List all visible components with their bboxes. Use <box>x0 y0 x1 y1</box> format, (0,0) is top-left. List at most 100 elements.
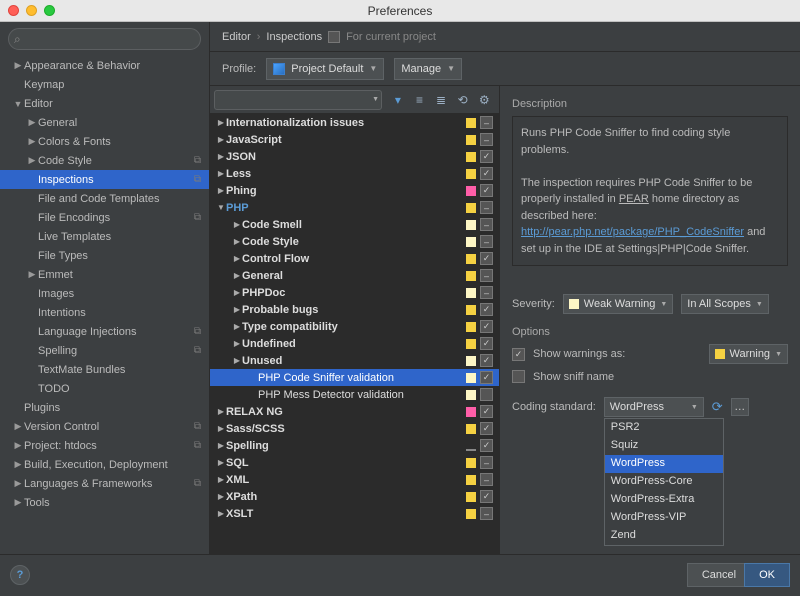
inspection-row[interactable]: ▶Undefined✓ <box>210 335 499 352</box>
inspection-row[interactable]: ▶Type compatibility✓ <box>210 318 499 335</box>
coding-standard-option[interactable]: WordPress-Core <box>605 473 723 491</box>
inspection-row[interactable]: PHP Code Sniffer validation✓ <box>210 369 499 386</box>
sidebar-item-textmate-bundles[interactable]: TextMate Bundles <box>0 360 209 379</box>
inspection-checkbox[interactable]: ✓ <box>480 354 493 367</box>
inspections-search-input[interactable] <box>214 90 382 110</box>
inspection-checkbox[interactable]: ✓ <box>480 303 493 316</box>
inspection-row[interactable]: ▶Code Style– <box>210 233 499 250</box>
inspection-checkbox[interactable]: ✓ <box>480 490 493 503</box>
inspection-row[interactable]: ▶XML– <box>210 471 499 488</box>
sidebar-item-live-templates[interactable]: Live Templates <box>0 227 209 246</box>
inspection-checkbox[interactable]: ✓ <box>480 320 493 333</box>
coding-standard-option[interactable]: WordPress <box>605 455 723 473</box>
inspection-checkbox[interactable]: – <box>480 456 493 469</box>
inspection-row[interactable]: ▶JavaScript– <box>210 131 499 148</box>
inspection-checkbox[interactable]: – <box>480 218 493 231</box>
sidebar-item-keymap[interactable]: Keymap <box>0 75 209 94</box>
sidebar-item-inspections[interactable]: Inspections⧉ <box>0 170 209 189</box>
sidebar-item-images[interactable]: Images <box>0 284 209 303</box>
cancel-button[interactable]: Cancel <box>687 563 744 587</box>
sidebar-item-version-control[interactable]: ▶Version Control⧉ <box>0 417 209 436</box>
inspection-checkbox[interactable]: – <box>480 235 493 248</box>
inspection-checkbox[interactable]: – <box>480 507 493 520</box>
sidebar-item-file-types[interactable]: File Types <box>0 246 209 265</box>
manage-dropdown[interactable]: Manage ▼ <box>394 58 462 80</box>
inspection-checkbox[interactable]: ✓ <box>480 439 493 452</box>
inspection-row[interactable]: ▼PHP– <box>210 199 499 216</box>
coding-standard-option[interactable]: PSR2 <box>605 419 723 437</box>
inspection-checkbox[interactable]: ✓ <box>480 405 493 418</box>
inspection-checkbox[interactable]: ✓ <box>480 184 493 197</box>
sidebar-item-languages-frameworks[interactable]: ▶Languages & Frameworks⧉ <box>0 474 209 493</box>
inspection-checkbox[interactable]: – <box>480 473 493 486</box>
sidebar-item-appearance-behavior[interactable]: ▶Appearance & Behavior <box>0 56 209 75</box>
inspection-row[interactable]: ▶General– <box>210 267 499 284</box>
inspection-checkbox[interactable]: ✓ <box>480 252 493 265</box>
coding-standard-option[interactable]: Zend <box>605 527 723 545</box>
coding-standard-option[interactable]: Squiz <box>605 437 723 455</box>
inspection-row[interactable]: ▶Probable bugs✓ <box>210 301 499 318</box>
inspection-checkbox[interactable]: ✓ <box>480 337 493 350</box>
inspection-row[interactable]: ▶SQL– <box>210 454 499 471</box>
filter-icon[interactable]: ▾ <box>389 91 407 109</box>
browse-button[interactable]: … <box>731 398 749 416</box>
crumb-editor[interactable]: Editor <box>222 31 251 43</box>
help-button[interactable]: ? <box>10 565 30 585</box>
inspection-row[interactable]: ▶Phing✓ <box>210 182 499 199</box>
inspection-row[interactable]: ▶Sass/SCSS✓ <box>210 420 499 437</box>
inspection-row[interactable]: ▶RELAX NG✓ <box>210 403 499 420</box>
sidebar-item-spelling[interactable]: Spelling⧉ <box>0 341 209 360</box>
desc-link[interactable]: http://pear.php.net/package/PHP_CodeSnif… <box>521 226 744 238</box>
coding-standard-option[interactable]: WordPress-Extra <box>605 491 723 509</box>
chevron-down-icon[interactable]: ▼ <box>372 96 379 103</box>
sidebar-item-emmet[interactable]: ▶Emmet <box>0 265 209 284</box>
inspection-checkbox[interactable]: – <box>480 133 493 146</box>
inspection-row[interactable]: ▶XPath✓ <box>210 488 499 505</box>
inspection-checkbox[interactable]: – <box>480 201 493 214</box>
inspection-checkbox[interactable]: ✓ <box>480 150 493 163</box>
inspection-row[interactable]: ▶Less✓ <box>210 165 499 182</box>
sidebar-item-code-style[interactable]: ▶Code Style⧉ <box>0 151 209 170</box>
expand-all-icon[interactable]: ≡ <box>411 91 429 109</box>
sidebar-item-todo[interactable]: TODO <box>0 379 209 398</box>
refresh-icon[interactable]: ⟳ <box>712 399 723 415</box>
show-sniff-checkbox[interactable] <box>512 370 525 383</box>
inspection-checkbox[interactable]: ✓ <box>480 422 493 435</box>
inspection-row[interactable]: ▶XSLT– <box>210 505 499 522</box>
coding-standard-dropdown[interactable]: WordPress ▼ PSR2SquizWordPressWordPress-… <box>604 397 704 417</box>
sidebar-item-intentions[interactable]: Intentions <box>0 303 209 322</box>
inspection-row[interactable]: ▶Unused✓ <box>210 352 499 369</box>
sidebar-item-file-encodings[interactable]: File Encodings⧉ <box>0 208 209 227</box>
inspection-row[interactable]: ▶Spelling✓ <box>210 437 499 454</box>
search-input[interactable] <box>8 28 201 50</box>
warning-level-dropdown[interactable]: Warning ▼ <box>709 344 789 364</box>
sidebar-item-build-execution-deployment[interactable]: ▶Build, Execution, Deployment <box>0 455 209 474</box>
inspection-checkbox[interactable]: – <box>480 286 493 299</box>
sidebar-item-tools[interactable]: ▶Tools <box>0 493 209 512</box>
inspection-checkbox[interactable]: ✓ <box>480 371 493 384</box>
coding-standard-option[interactable]: WordPress-VIP <box>605 509 723 527</box>
inspection-row[interactable]: PHP Mess Detector validation <box>210 386 499 403</box>
sidebar-item-plugins[interactable]: Plugins <box>0 398 209 417</box>
severity-dropdown[interactable]: Weak Warning ▼ <box>563 294 673 314</box>
inspection-row[interactable]: ▶Code Smell– <box>210 216 499 233</box>
reset-icon[interactable]: ⟲ <box>454 91 472 109</box>
inspection-row[interactable]: ▶PHPDoc– <box>210 284 499 301</box>
ok-button[interactable]: OK <box>744 563 790 587</box>
profile-dropdown[interactable]: Project Default ▼ <box>266 58 384 80</box>
scope-dropdown[interactable]: In All Scopes ▼ <box>681 294 769 314</box>
inspection-row[interactable]: ▶Control Flow✓ <box>210 250 499 267</box>
sidebar-item-general[interactable]: ▶General <box>0 113 209 132</box>
inspection-row[interactable]: ▶JSON✓ <box>210 148 499 165</box>
sidebar-item-file-and-code-templates[interactable]: File and Code Templates <box>0 189 209 208</box>
inspection-checkbox[interactable] <box>480 388 493 401</box>
sidebar-item-project-htdocs[interactable]: ▶Project: htdocs⧉ <box>0 436 209 455</box>
inspection-checkbox[interactable]: – <box>480 269 493 282</box>
inspection-checkbox[interactable]: ✓ <box>480 167 493 180</box>
sidebar-item-colors-fonts[interactable]: ▶Colors & Fonts <box>0 132 209 151</box>
show-warnings-checkbox[interactable]: ✓ <box>512 348 525 361</box>
collapse-all-icon[interactable]: ≣ <box>432 91 450 109</box>
gear-icon[interactable]: ⚙ <box>475 91 493 109</box>
sidebar-item-language-injections[interactable]: Language Injections⧉ <box>0 322 209 341</box>
sidebar-item-editor[interactable]: ▼Editor <box>0 94 209 113</box>
